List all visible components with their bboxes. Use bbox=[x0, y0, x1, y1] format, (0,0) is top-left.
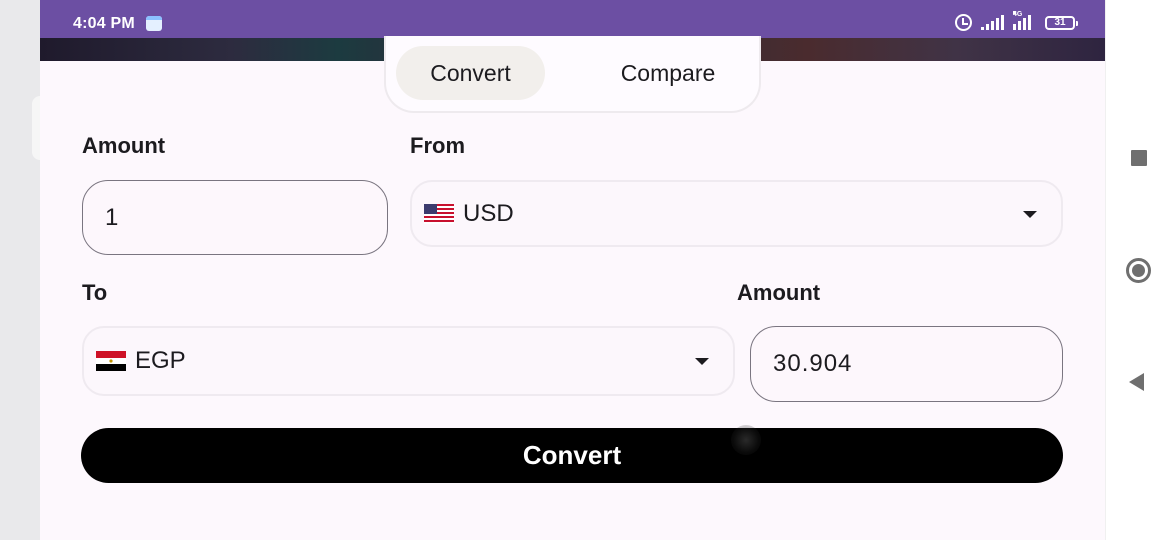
result-amount-field[interactable]: 30.904 bbox=[750, 326, 1063, 402]
left-gutter bbox=[0, 0, 44, 540]
status-bar: 4:04 PM 4G 31 bbox=[40, 0, 1105, 38]
egypt-flag-icon bbox=[96, 351, 126, 371]
to-label: To bbox=[82, 280, 108, 305]
touch-ripple bbox=[731, 425, 761, 455]
status-time: 4:04 PM bbox=[73, 15, 135, 32]
result-label: Amount bbox=[737, 280, 821, 305]
chevron-down-icon bbox=[695, 358, 709, 365]
tab-compare[interactable]: Compare bbox=[590, 46, 746, 100]
signal-4g-icon: 4G bbox=[1013, 11, 1036, 30]
system-nav-bar bbox=[1105, 0, 1170, 540]
alarm-icon bbox=[955, 14, 972, 31]
signal-icon bbox=[981, 15, 1004, 30]
from-currency-code: USD bbox=[463, 199, 514, 227]
calendar-icon bbox=[146, 16, 162, 31]
amount-label: Amount bbox=[82, 133, 166, 158]
us-flag-icon bbox=[424, 203, 454, 224]
amount-input[interactable]: 1 bbox=[82, 180, 388, 255]
recents-square-icon[interactable] bbox=[1131, 150, 1147, 166]
from-currency-select[interactable]: USD bbox=[410, 180, 1063, 247]
status-icons: 4G 31 bbox=[955, 11, 1078, 31]
to-currency-code: EGP bbox=[135, 347, 186, 374]
convert-button[interactable]: Convert bbox=[81, 428, 1063, 483]
network-type: 4G bbox=[1013, 11, 1023, 18]
from-label: From bbox=[410, 133, 465, 158]
chevron-down-icon bbox=[1023, 210, 1037, 218]
tab-convert[interactable]: Convert bbox=[396, 46, 545, 100]
back-triangle-icon[interactable] bbox=[1129, 373, 1144, 391]
to-currency-select[interactable]: EGP bbox=[82, 326, 735, 396]
battery-icon: 31 bbox=[1045, 15, 1078, 30]
home-circle-icon[interactable] bbox=[1126, 258, 1151, 283]
